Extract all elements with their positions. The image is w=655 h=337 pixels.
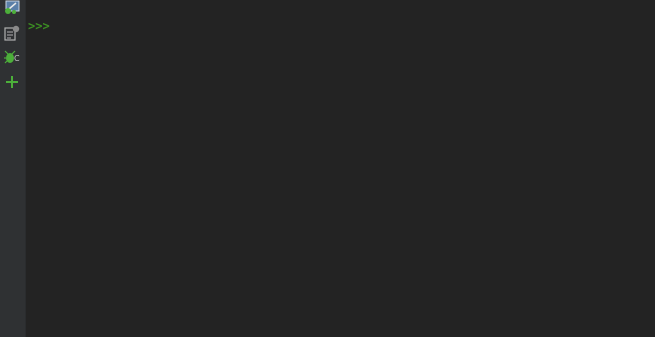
console-input[interactable] <box>52 18 652 34</box>
debug-icon[interactable]: C <box>3 48 21 66</box>
console-side-toolbar: C <box>0 0 26 337</box>
show-variables-icon[interactable] <box>3 24 21 42</box>
new-console-icon[interactable] <box>3 73 21 91</box>
console-output-area[interactable]: >>> <box>26 0 655 337</box>
python-console-window: C >>> <box>0 0 655 337</box>
svg-text:C: C <box>14 54 20 63</box>
python-console-icon[interactable] <box>3 0 21 18</box>
console-prompt: >>> <box>28 19 50 33</box>
